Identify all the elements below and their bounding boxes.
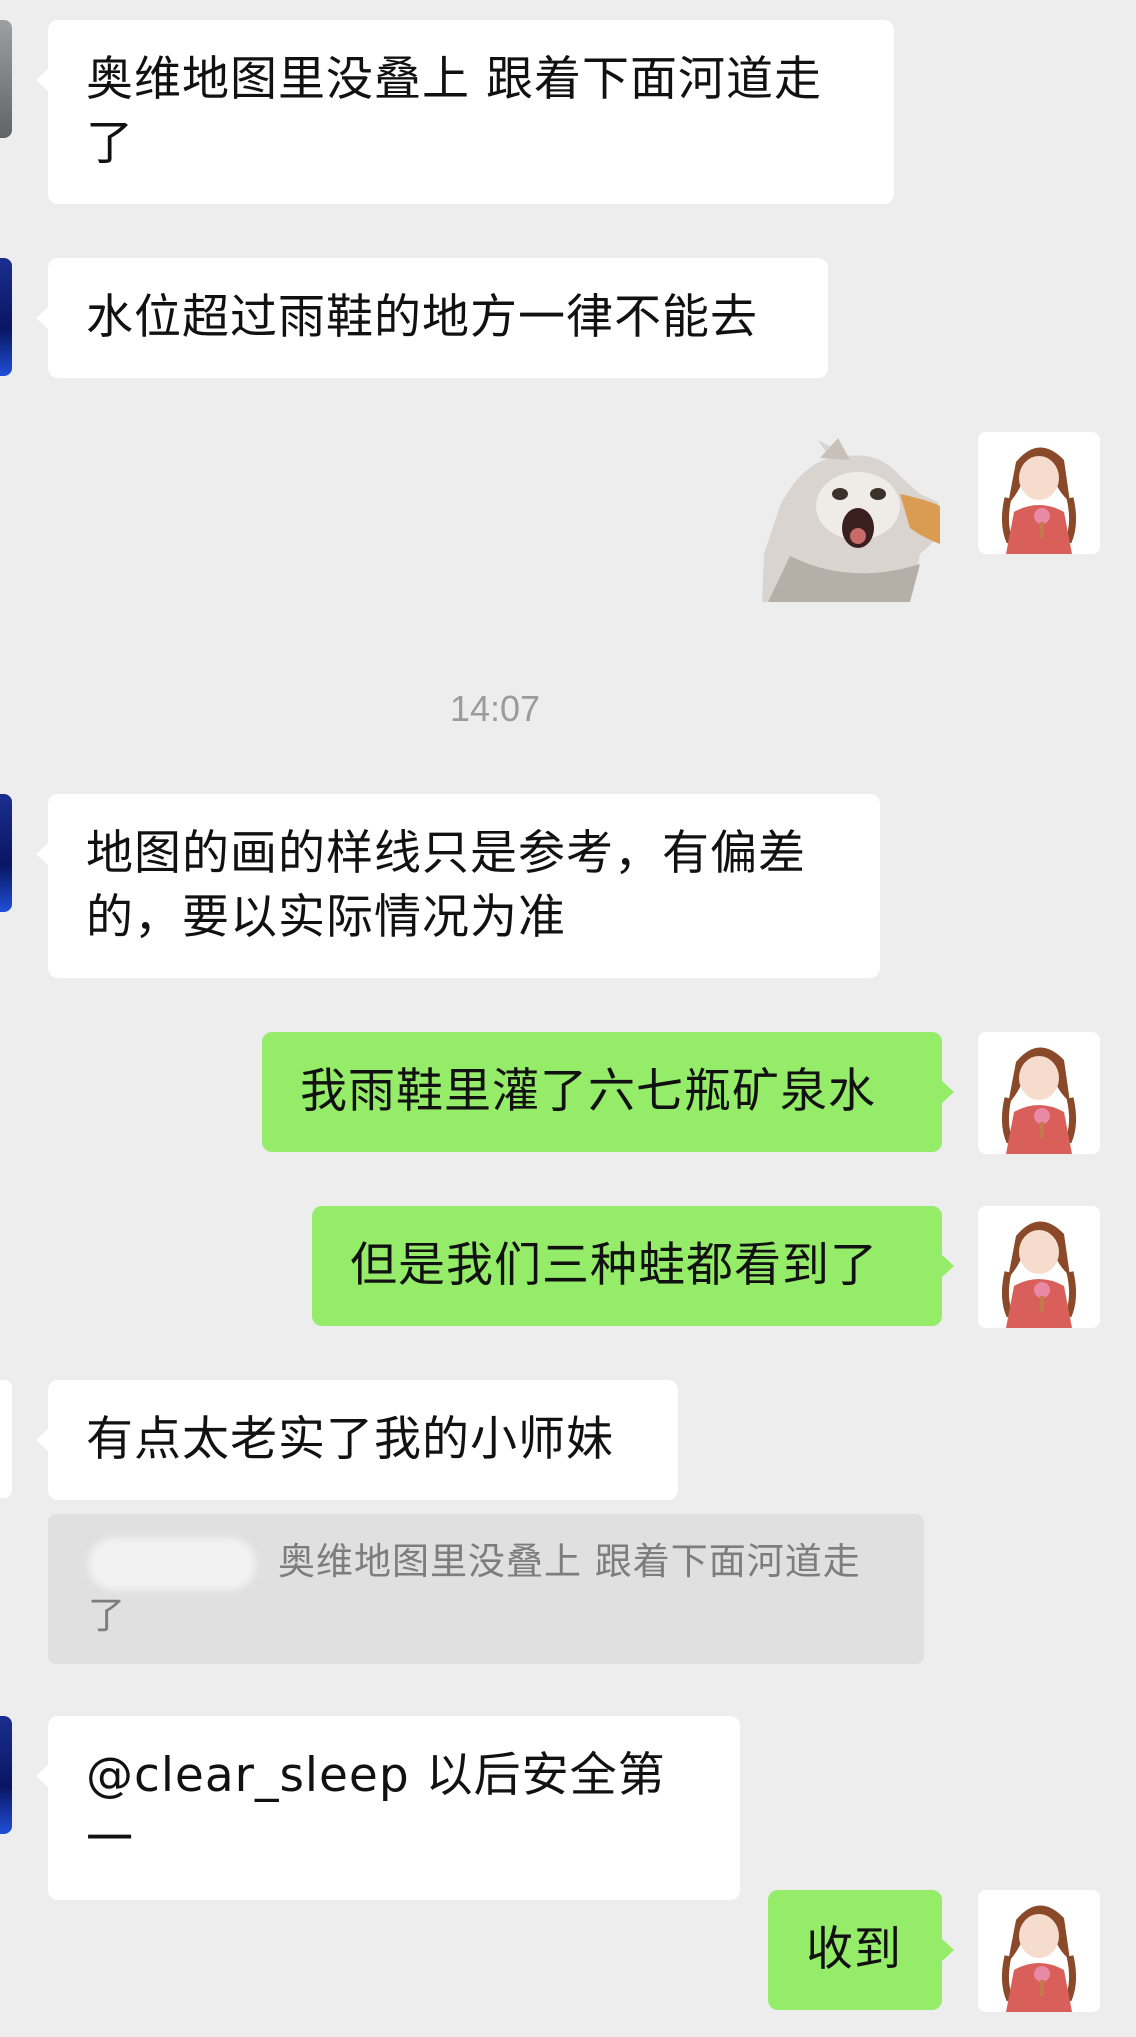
self-avatar[interactable]	[978, 1890, 1100, 2012]
message-bubble-outgoing[interactable]: 但是我们三种蛙都看到了	[312, 1206, 954, 1326]
sender-avatar[interactable]	[0, 20, 12, 138]
message-text: 地图的画的样线只是参考，有偏差的，要以实际情况为准	[86, 826, 806, 945]
cat-sticker-icon	[762, 438, 940, 602]
anime-girl-avatar-icon	[978, 1032, 1100, 1154]
self-avatar[interactable]	[978, 432, 1100, 554]
sender-avatar[interactable]	[0, 258, 12, 376]
quoted-message[interactable]: 奥维地图里没叠上 跟着下面河道走了	[48, 1514, 924, 1664]
message-bubble-outgoing[interactable]: 我雨鞋里灌了六七瓶矿泉水	[262, 1032, 954, 1152]
sender-avatar[interactable]	[0, 794, 12, 912]
startled-cat-sticker[interactable]	[760, 436, 942, 604]
message-text: 奥维地图里没叠上 跟着下面河道走了	[86, 52, 822, 171]
message-text: @clear_sleep 以后安全第一	[86, 1748, 666, 1867]
message-text: 收到	[806, 1922, 902, 1977]
anime-girl-avatar-icon	[978, 1890, 1100, 2012]
message-text: 但是我们三种蛙都看到了	[350, 1238, 878, 1293]
message-bubble-incoming[interactable]: 地图的画的样线只是参考，有偏差的，要以实际情况为准	[36, 794, 880, 978]
blurred-sender-name	[88, 1537, 256, 1590]
chat-view: 奥维地图里没叠上 跟着下面河道走了 水位超过雨鞋的地方一律不能去 14:07 地…	[0, 0, 1136, 2037]
message-text: 水位超过雨鞋的地方一律不能去	[86, 290, 758, 345]
message-bubble-incoming[interactable]: @clear_sleep 以后安全第一	[36, 1716, 740, 1900]
message-bubble-incoming[interactable]: 水位超过雨鞋的地方一律不能去	[36, 258, 828, 378]
self-avatar[interactable]	[978, 1206, 1100, 1328]
message-text: 有点太老实了我的小师妹	[86, 1412, 614, 1467]
sender-avatar[interactable]	[0, 1380, 12, 1498]
message-bubble-incoming[interactable]: 有点太老实了我的小师妹	[36, 1380, 678, 1500]
self-avatar[interactable]	[978, 1032, 1100, 1154]
sender-avatar[interactable]	[0, 1716, 12, 1834]
anime-girl-avatar-icon	[978, 1206, 1100, 1328]
anime-girl-avatar-icon	[978, 432, 1100, 554]
message-text: 我雨鞋里灌了六七瓶矿泉水	[300, 1064, 876, 1119]
message-timestamp: 14:07	[449, 688, 541, 729]
message-bubble-incoming[interactable]: 奥维地图里没叠上 跟着下面河道走了	[36, 20, 894, 204]
message-bubble-outgoing[interactable]: 收到	[768, 1890, 954, 2010]
